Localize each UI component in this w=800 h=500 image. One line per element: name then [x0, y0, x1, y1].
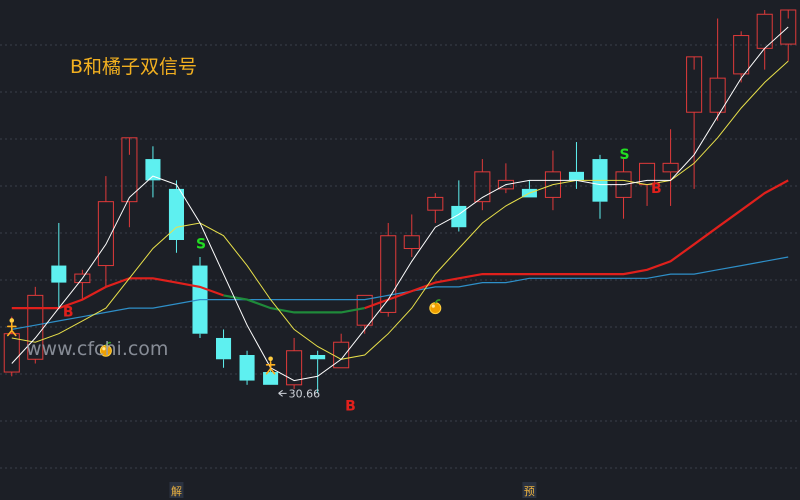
sell-signal-label: S [620, 147, 630, 163]
candle-body-down [263, 372, 279, 385]
figure-head [268, 356, 273, 362]
bottom-marker-label: 解 [171, 484, 182, 498]
orange-highlight [431, 304, 435, 308]
candle-body-down [145, 159, 161, 181]
chart-title: B和橘子双信号 [70, 56, 197, 78]
sell-signal-label: S [196, 237, 206, 253]
figure-head [9, 318, 15, 323]
buy-signal-label: B [345, 398, 356, 414]
candle-body-down [216, 337, 232, 360]
bottom-marker-label: 预 [524, 485, 535, 498]
candle-body-down [568, 171, 584, 181]
candle-body-down [451, 205, 467, 228]
watermark: www.cfchi.com [26, 338, 168, 360]
low-price-label: 30.66 [289, 387, 321, 400]
candle-body-down [239, 355, 255, 381]
buy-signal-label: B [651, 181, 662, 197]
buy-signal-label: B [63, 305, 74, 321]
candle-body-down [51, 265, 67, 283]
candlestick-chart: B S B S B 30.66 解 预 B和橘子双信号 www.cfchi.com [0, 0, 800, 500]
orange-fruit [429, 302, 442, 315]
candle-body-down [310, 355, 326, 360]
